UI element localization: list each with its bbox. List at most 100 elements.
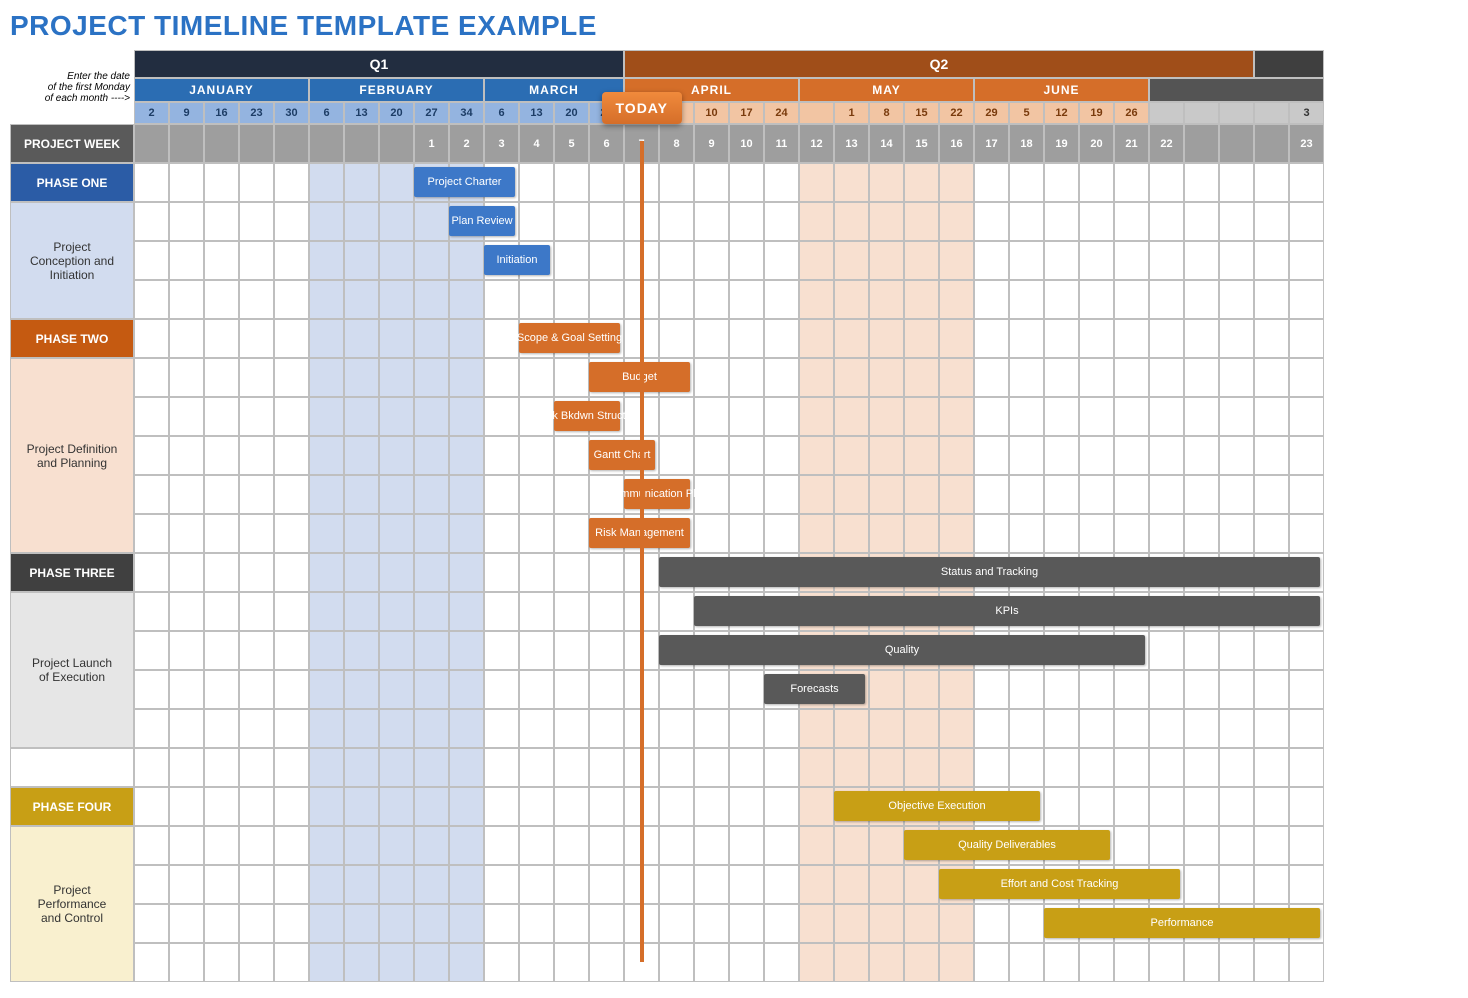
bar-obj-exec[interactable]: Objective Execution: [834, 791, 1040, 821]
grid-cell: [519, 943, 554, 982]
project-week-27: 19: [1044, 124, 1079, 163]
today-line: [640, 141, 644, 962]
grid-cell: [729, 748, 764, 787]
grid-cell: [729, 943, 764, 982]
grid-cell: [449, 748, 484, 787]
grid-cell: [204, 943, 239, 982]
grid-cell: [904, 943, 939, 982]
bar-performance[interactable]: Performance: [1044, 908, 1320, 938]
bar-comm-plan[interactable]: Communication Plan: [624, 479, 690, 509]
phase-one-header: PHASE ONE: [10, 163, 134, 202]
grid-cell: [799, 748, 834, 787]
gantt-timeline: Enter the date of the first Monday of ea…: [10, 50, 1458, 982]
project-week-34: 23: [1289, 124, 1324, 163]
bar-effort-cost[interactable]: Effort and Cost Tracking: [939, 869, 1180, 899]
page-title: PROJECT TIMELINE TEMPLATE EXAMPLE: [10, 10, 1458, 42]
project-week-14: 6: [589, 124, 624, 163]
project-week-33: [1254, 124, 1289, 163]
quarter-extra: [1254, 50, 1324, 78]
grid-cell: [834, 943, 869, 982]
project-week-24: 16: [939, 124, 974, 163]
project-week-12: 4: [519, 124, 554, 163]
grid-cell: [274, 748, 309, 787]
grid-cell: [1219, 943, 1254, 982]
grid-cell: [134, 748, 169, 787]
bar-quality[interactable]: Quality: [659, 635, 1145, 665]
project-week-23: 15: [904, 124, 939, 163]
grid-cell: [694, 748, 729, 787]
grid-cell: [554, 943, 589, 982]
quarter-q2: Q2: [624, 50, 1254, 78]
project-week-header: PROJECT WEEK: [10, 124, 134, 163]
grid-cell: [799, 943, 834, 982]
today-badge: TODAY: [602, 92, 682, 124]
project-week-25: 17: [974, 124, 1009, 163]
grid-cell: [204, 748, 239, 787]
grid-cell: [869, 748, 904, 787]
grid-cell: [1009, 943, 1044, 982]
grid-cell: [484, 748, 519, 787]
project-week-2: [169, 124, 204, 163]
grid-cell: [309, 943, 344, 982]
grid-cell: [1254, 748, 1289, 787]
phase-three-sub: Project Launch of Execution: [10, 592, 134, 748]
project-week-18: 10: [729, 124, 764, 163]
month-june: JUNE: [974, 78, 1149, 102]
project-week-21: 13: [834, 124, 869, 163]
grid-cell: [239, 748, 274, 787]
grid-cell: [169, 943, 204, 982]
grid-cell: [589, 943, 624, 982]
phase-two-header: PHASE TWO: [10, 319, 134, 358]
bar-quality-del[interactable]: Quality Deliverables: [904, 830, 1110, 860]
month-extra: [1149, 78, 1324, 102]
grid-cell: [904, 748, 939, 787]
grid-cell: [1044, 748, 1079, 787]
grid-cell: [414, 748, 449, 787]
project-week-7: [344, 124, 379, 163]
grid-cell: [939, 943, 974, 982]
project-week-31: [1184, 124, 1219, 163]
grid-cell: [834, 748, 869, 787]
grid-cell: [344, 748, 379, 787]
grid-cell: [764, 748, 799, 787]
project-week-1: [134, 124, 169, 163]
project-week-28: 20: [1079, 124, 1114, 163]
project-week-26: 18: [1009, 124, 1044, 163]
phase-three-header: PHASE THREE: [10, 553, 134, 592]
bar-forecasts[interactable]: Forecasts: [764, 674, 865, 704]
grid-cell: [449, 943, 484, 982]
project-week-22: 14: [869, 124, 904, 163]
grid-cell: [554, 748, 589, 787]
grid-cell: [1184, 748, 1219, 787]
phase-two-sub: Project Definition and Planning: [10, 358, 134, 553]
grid-cell: [274, 943, 309, 982]
bar-wbs[interactable]: Work Bkdwn Structure: [554, 401, 620, 431]
grid-cell: [1009, 748, 1044, 787]
grid-cell: [1114, 748, 1149, 787]
project-week-32: [1219, 124, 1254, 163]
bar-scope-goal[interactable]: Scope & Goal Setting: [519, 323, 620, 353]
grid-cell: [1289, 943, 1324, 982]
bar-kpis[interactable]: KPIs: [694, 596, 1320, 626]
grid-cell: [134, 943, 169, 982]
quarter-q1: Q1: [134, 50, 624, 78]
grid-cell: [589, 748, 624, 787]
project-week-29: 21: [1114, 124, 1149, 163]
grid-cell: [939, 748, 974, 787]
grid-cell: [1044, 943, 1079, 982]
bar-project-charter[interactable]: Project Charter: [414, 167, 515, 197]
bar-initiation[interactable]: Initiation: [484, 245, 550, 275]
grid-cell: [694, 943, 729, 982]
project-week-8: [379, 124, 414, 163]
project-week-4: [239, 124, 274, 163]
side-note: Enter the date of the first Monday of ea…: [10, 50, 134, 124]
grid-cell: [1149, 943, 1184, 982]
grid-cell: [1184, 943, 1219, 982]
phase-four-sub: Project Performance and Control: [10, 826, 134, 982]
bar-plan-review[interactable]: Plan Review: [449, 206, 515, 236]
project-week-20: 12: [799, 124, 834, 163]
grid-cell: [379, 943, 414, 982]
bar-status[interactable]: Status and Tracking: [659, 557, 1320, 587]
bar-gantt[interactable]: Gantt Chart: [589, 440, 655, 470]
phase-four-header: PHASE FOUR: [10, 787, 134, 826]
